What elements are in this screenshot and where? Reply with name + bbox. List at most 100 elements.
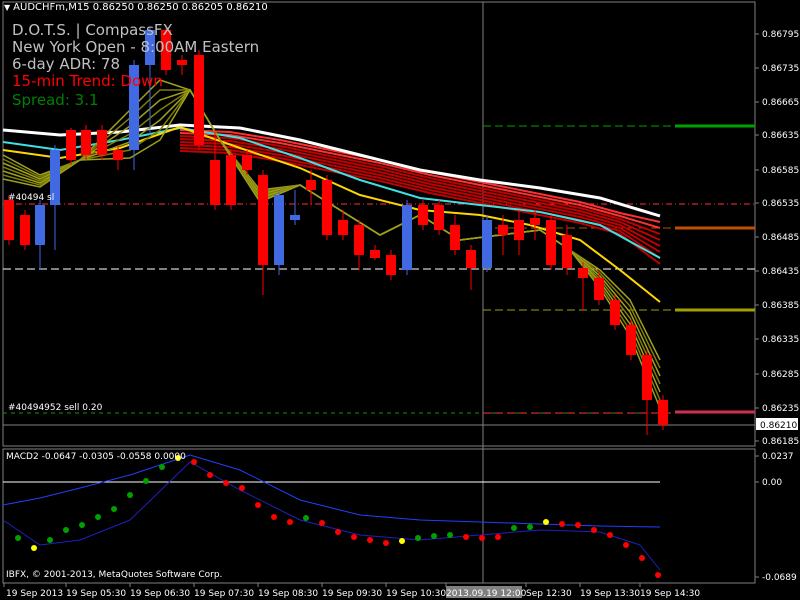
time-tick: 2013.09.19 12:00 — [446, 589, 527, 599]
macd-dot — [655, 572, 661, 578]
time-tick: 19 Sep 06:30 — [130, 589, 190, 599]
info-session: New York Open - 8:00AM Eastern — [12, 38, 260, 56]
macd-dot — [623, 542, 629, 548]
candle — [20, 210, 30, 250]
candle — [402, 200, 412, 275]
candle — [386, 250, 396, 280]
time-tick: 19 Sep 07:30 — [194, 589, 254, 599]
time-tick: 19 Sep 14:30 — [640, 589, 700, 599]
candle — [97, 125, 107, 160]
candle — [322, 175, 332, 240]
price-tick: 0.86285 — [762, 370, 799, 380]
macd-dot — [607, 532, 613, 538]
macd-dot — [239, 485, 245, 491]
macd-dot — [271, 514, 277, 520]
price-tick: 0.86795 — [762, 30, 799, 40]
price-tick: 0.86385 — [762, 301, 799, 311]
macd-dot — [143, 478, 149, 484]
macd-dot — [191, 459, 197, 465]
candle — [258, 170, 268, 295]
macd-dot — [31, 545, 37, 551]
info-title: D.O.T.S. | CompassFX — [12, 21, 173, 39]
candle — [578, 262, 588, 310]
macd-dot — [463, 534, 469, 540]
macd-dot — [431, 533, 437, 539]
candle — [194, 50, 204, 150]
price-tick: 0.86735 — [762, 64, 799, 74]
macd-indicator — [2, 454, 661, 578]
candle — [210, 130, 220, 210]
time-tick: 19 Sep 10:30 — [386, 589, 446, 599]
candle — [514, 210, 524, 255]
macd-dot — [575, 522, 581, 528]
macd-dot — [287, 519, 293, 525]
macd-dot — [527, 524, 533, 530]
candle — [290, 190, 300, 225]
ohlc-label: 0.86250 0.86250 0.86205 0.86210 — [92, 2, 268, 13]
macd-dot — [303, 515, 309, 521]
macd-dot — [15, 535, 21, 541]
sl-order-label: #40494 sl — [8, 193, 55, 203]
candle — [354, 220, 364, 270]
macd-dot — [223, 480, 229, 486]
macd-dot — [79, 522, 85, 528]
price-tick: 0.86535 — [762, 199, 799, 209]
info-spread: Spread: 3.1 — [12, 91, 99, 109]
candle — [226, 150, 236, 210]
candle — [35, 200, 45, 270]
price-tick: 0.86665 — [762, 98, 799, 108]
macd-dot — [511, 525, 517, 531]
sell-order-label: #40494952 sell 0.20 — [8, 403, 103, 413]
time-tick: 19 Sep 08:30 — [258, 589, 318, 599]
candle — [466, 245, 476, 290]
chart-header: ▼ AUDCHFm,M15 0.86250 0.86250 0.86205 0.8… — [4, 2, 268, 13]
macd-dot — [559, 521, 565, 527]
macd-dot — [63, 527, 69, 533]
macd-dot — [255, 502, 261, 508]
macd-dot — [127, 492, 133, 498]
candle — [658, 395, 668, 430]
price-tick: 0.86185 — [762, 437, 799, 447]
macd-dot — [591, 527, 597, 533]
price-tick: 0.86585 — [762, 166, 799, 176]
price-scale: 0.86795 0.86735 0.86665 0.86635 0.86585 0.865… — [755, 30, 799, 583]
macd-dot — [95, 514, 101, 520]
macd-dot — [479, 535, 485, 541]
symbol-label: AUDCHFm,M15 — [13, 2, 90, 13]
time-axis: 19 Sep 2013 19 Sep 05:30 19 Sep 06:30 19 Se… — [3, 583, 700, 599]
macd-dot — [383, 540, 389, 546]
macd-dot — [415, 535, 421, 541]
current-price-tag: 0.86210 — [760, 421, 797, 431]
candle — [81, 125, 91, 160]
time-tick: 19 Sep 05:30 — [66, 589, 126, 599]
candle — [274, 190, 284, 275]
candle — [562, 225, 572, 275]
candle — [642, 350, 652, 435]
price-chart[interactable]: 0.86795 0.86735 0.86665 0.86635 0.86585 0.865… — [0, 0, 800, 600]
macd-dot — [399, 538, 405, 544]
macd-title: MACD2 -0.0647 -0.0305 -0.0558 0.0000 — [6, 452, 186, 462]
candle — [370, 245, 380, 260]
macd-dot — [351, 534, 357, 540]
time-tick: 19 Sep 13:30 — [580, 589, 640, 599]
price-tick: 0.86435 — [762, 267, 799, 277]
price-tick: 0.86635 — [762, 131, 799, 141]
macd-tick: 0.0237 — [762, 452, 794, 462]
chart-menu-icon[interactable]: ▼ — [4, 3, 10, 12]
candle — [177, 55, 187, 75]
macd-dot — [335, 529, 341, 535]
time-tick: 19 Sep 09:30 — [322, 589, 382, 599]
info-adr: 6-day ADR: 78 — [12, 55, 120, 73]
macd-dot — [447, 532, 453, 538]
candle — [450, 215, 460, 255]
candle — [610, 295, 620, 330]
macd-tick: 0.00 — [762, 478, 782, 488]
macd-dot — [639, 555, 645, 561]
macd-dot — [159, 464, 165, 470]
macd-dot — [111, 506, 117, 512]
candle — [66, 128, 76, 165]
copyright-label: IBFX, © 2001-2013, MetaQuotes Software C… — [6, 570, 223, 580]
candle — [626, 320, 636, 360]
candle — [546, 215, 556, 270]
time-tick: 19 Sep 2013 — [6, 589, 63, 599]
